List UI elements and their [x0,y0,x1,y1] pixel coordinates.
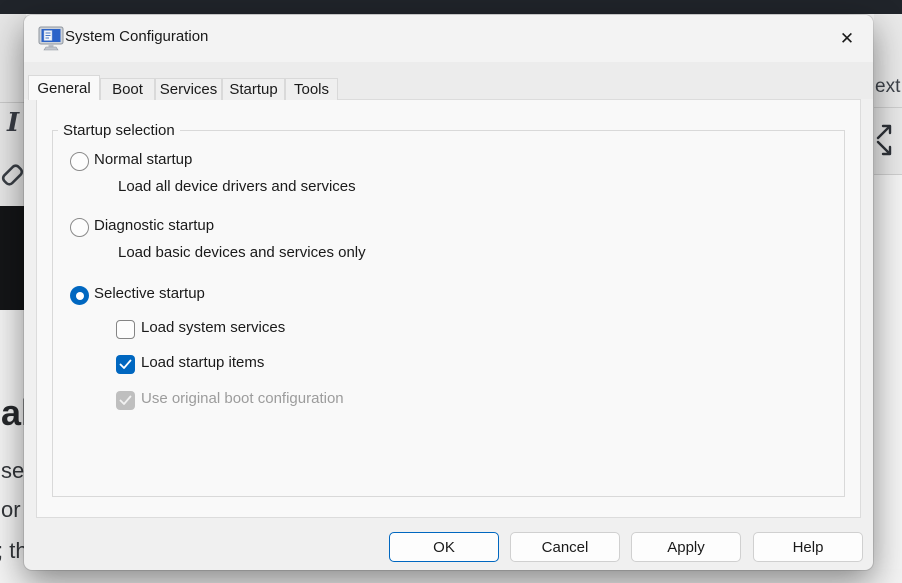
close-icon: ✕ [840,29,854,49]
msconfig-monitor-icon [38,26,64,51]
apply-button[interactable]: Apply [631,532,741,562]
background-left-divider [0,102,26,103]
checkbox-load-startup-items-label[interactable]: Load startup items [141,354,264,371]
background-text-fragment: se [1,458,24,484]
normal-startup-description: Load all device drivers and services [118,178,356,195]
cancel-button[interactable]: Cancel [510,532,620,562]
tab-startup[interactable]: Startup [222,78,285,100]
dialog-titlebar[interactable]: System Configuration ✕ [24,15,873,62]
radio-selective-startup-label[interactable]: Selective startup [94,285,205,302]
help-button[interactable]: Help [753,532,863,562]
background-text-fragment: or [1,497,21,523]
background-image-block [0,206,26,310]
system-configuration-dialog: System Configuration ✕ General Boot Serv… [24,15,873,570]
tab-services[interactable]: Services [155,78,222,100]
tab-boot[interactable]: Boot [100,78,155,100]
radio-normal-startup-label[interactable]: Normal startup [94,151,192,168]
radio-selective-startup[interactable] [70,286,89,305]
tab-tools[interactable]: Tools [285,78,338,100]
close-button[interactable]: ✕ [826,23,868,55]
dialog-title: System Configuration [65,28,208,45]
pencil-icon[interactable] [1,158,25,199]
radio-normal-startup[interactable] [70,152,89,171]
groupbox-title: Startup selection [58,122,180,139]
checkbox-use-original-boot-configuration [116,391,135,410]
expand-icon[interactable] [876,123,898,162]
checkbox-load-system-services[interactable] [116,320,135,339]
checkbox-load-system-services-label[interactable]: Load system services [141,319,285,336]
background-dark-bar [0,0,902,14]
check-icon [119,395,132,406]
checkbox-load-startup-items[interactable] [116,355,135,374]
background-text-fragment: ext [875,76,900,98]
diagnostic-startup-description: Load basic devices and services only [118,244,366,261]
checkbox-use-original-boot-configuration-label: Use original boot configuration [141,390,344,407]
radio-diagnostic-startup-label[interactable]: Diagnostic startup [94,217,214,234]
check-icon [119,359,132,370]
tab-general[interactable]: General [28,75,100,100]
italic-format-icon[interactable]: I [7,108,19,138]
radio-diagnostic-startup[interactable] [70,218,89,237]
background-right-area [874,175,902,569]
ok-button[interactable]: OK [389,532,499,562]
